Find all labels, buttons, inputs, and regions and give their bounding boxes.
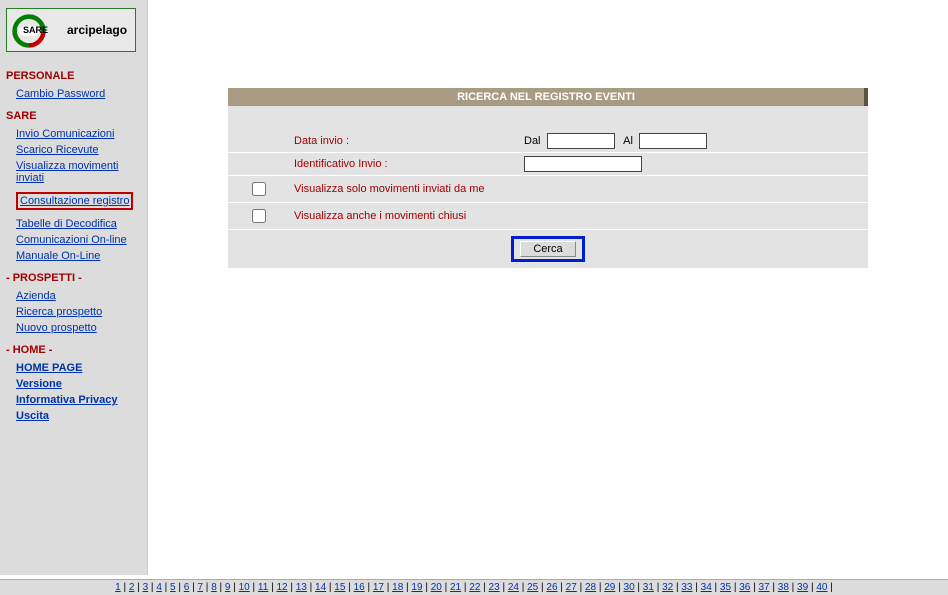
- nav-link[interactable]: Manuale On-Line: [16, 250, 141, 262]
- sidebar: SARE arcipelago PERSONALE Cambio Password…: [0, 0, 148, 575]
- search-row: Cerca: [228, 230, 868, 269]
- page-link[interactable]: 19: [411, 582, 422, 593]
- page-link[interactable]: 31: [643, 582, 654, 593]
- page-link[interactable]: 40: [816, 582, 827, 593]
- al-label: Al: [623, 135, 633, 147]
- nav-link[interactable]: Ricerca prospetto: [16, 306, 141, 318]
- data-invio-inputs: Dal Al: [518, 130, 868, 153]
- search-button-highlight: Cerca: [511, 236, 584, 262]
- nav-link[interactable]: Cambio Password: [16, 88, 141, 100]
- logo-badge: SARE: [23, 25, 48, 35]
- page-link[interactable]: 1: [115, 582, 121, 593]
- solo-movimenti-label: Visualizza solo movimenti inviati da me: [288, 176, 868, 203]
- page-link[interactable]: 6: [184, 582, 190, 593]
- logo: SARE arcipelago: [6, 8, 136, 52]
- page-link[interactable]: 34: [701, 582, 712, 593]
- al-input[interactable]: [639, 133, 707, 149]
- page-link[interactable]: 38: [778, 582, 789, 593]
- page-link[interactable]: 4: [156, 582, 162, 593]
- nav-link[interactable]: Tabelle di Decodifica: [16, 218, 141, 230]
- page-link[interactable]: 32: [662, 582, 673, 593]
- empty-cell: [228, 153, 288, 176]
- page-link[interactable]: 26: [546, 582, 557, 593]
- page-link[interactable]: 29: [604, 582, 615, 593]
- page-link[interactable]: 33: [681, 582, 692, 593]
- nav-link[interactable]: Nuovo prospetto: [16, 322, 141, 334]
- page-link[interactable]: 22: [469, 582, 480, 593]
- identificativo-label: Identificativo Invio :: [288, 153, 518, 176]
- solo-movimenti-checkbox[interactable]: [252, 182, 266, 196]
- nav-link[interactable]: Comunicazioni On-line: [16, 234, 141, 246]
- nav-link[interactable]: HOME PAGE: [16, 362, 141, 374]
- data-invio-label: Data invio :: [288, 130, 518, 153]
- nav-link[interactable]: Visualizza movimenti inviati: [16, 160, 141, 184]
- nav-section-title: - PROSPETTI -: [6, 272, 141, 284]
- page-link[interactable]: 27: [566, 582, 577, 593]
- page-link[interactable]: 13: [296, 582, 307, 593]
- nav-link[interactable]: Informativa Privacy: [16, 394, 141, 406]
- movimenti-chiusi-checkbox-cell: [228, 203, 288, 230]
- page-link[interactable]: 28: [585, 582, 596, 593]
- identificativo-input-cell: [518, 153, 868, 176]
- page-link[interactable]: 7: [197, 582, 203, 593]
- page-link[interactable]: 9: [225, 582, 231, 593]
- page-link[interactable]: 20: [431, 582, 442, 593]
- pagination-footer: 1 | 2 | 3 | 4 | 5 | 6 | 7 | 8 | 9 | 10 |…: [0, 579, 948, 595]
- nav-section-title: SARE: [6, 110, 141, 122]
- nav-link[interactable]: Scarico Ricevute: [16, 144, 141, 156]
- page-link[interactable]: 2: [129, 582, 135, 593]
- page-link[interactable]: 35: [720, 582, 731, 593]
- solo-movimenti-checkbox-cell: [228, 176, 288, 203]
- nav-link[interactable]: Consultazione registro: [16, 192, 133, 210]
- empty-cell: [228, 130, 288, 153]
- page-link[interactable]: 25: [527, 582, 538, 593]
- identificativo-input[interactable]: [524, 156, 642, 172]
- search-button[interactable]: Cerca: [520, 241, 575, 257]
- page-link[interactable]: 24: [508, 582, 519, 593]
- page-link[interactable]: 5: [170, 582, 176, 593]
- page-link[interactable]: 23: [489, 582, 500, 593]
- page-link[interactable]: 30: [624, 582, 635, 593]
- page-link[interactable]: 17: [373, 582, 384, 593]
- movimenti-chiusi-label: Visualizza anche i movimenti chiusi: [288, 203, 868, 230]
- movimenti-chiusi-checkbox[interactable]: [252, 209, 266, 223]
- nav-section-title: PERSONALE: [6, 70, 141, 82]
- form-subheader: [228, 106, 868, 130]
- form-title: RICERCA NEL REGISTRO EVENTI: [228, 88, 868, 106]
- logo-text: arcipelago: [67, 23, 127, 37]
- page-link[interactable]: 10: [239, 582, 250, 593]
- page-link[interactable]: 39: [797, 582, 808, 593]
- nav-link[interactable]: Uscita: [16, 410, 141, 422]
- page-link[interactable]: 15: [334, 582, 345, 593]
- page-link[interactable]: 3: [143, 582, 149, 593]
- page-link[interactable]: 8: [211, 582, 217, 593]
- nav-link[interactable]: Azienda: [16, 290, 141, 302]
- page-link[interactable]: 21: [450, 582, 461, 593]
- nav-section-title: - HOME -: [6, 344, 141, 356]
- page-link[interactable]: 18: [392, 582, 403, 593]
- page-link[interactable]: 36: [739, 582, 750, 593]
- page-link[interactable]: 11: [258, 582, 268, 593]
- nav-link[interactable]: Versione: [16, 378, 141, 390]
- page-link[interactable]: 16: [354, 582, 365, 593]
- dal-label: Dal: [524, 135, 541, 147]
- dal-input[interactable]: [547, 133, 615, 149]
- page-link[interactable]: 37: [758, 582, 769, 593]
- main-content: RICERCA NEL REGISTRO EVENTI Data invio :…: [148, 0, 948, 575]
- page-link[interactable]: 14: [315, 582, 326, 593]
- page-link[interactable]: 12: [276, 582, 287, 593]
- nav-link[interactable]: Invio Comunicazioni: [16, 128, 141, 140]
